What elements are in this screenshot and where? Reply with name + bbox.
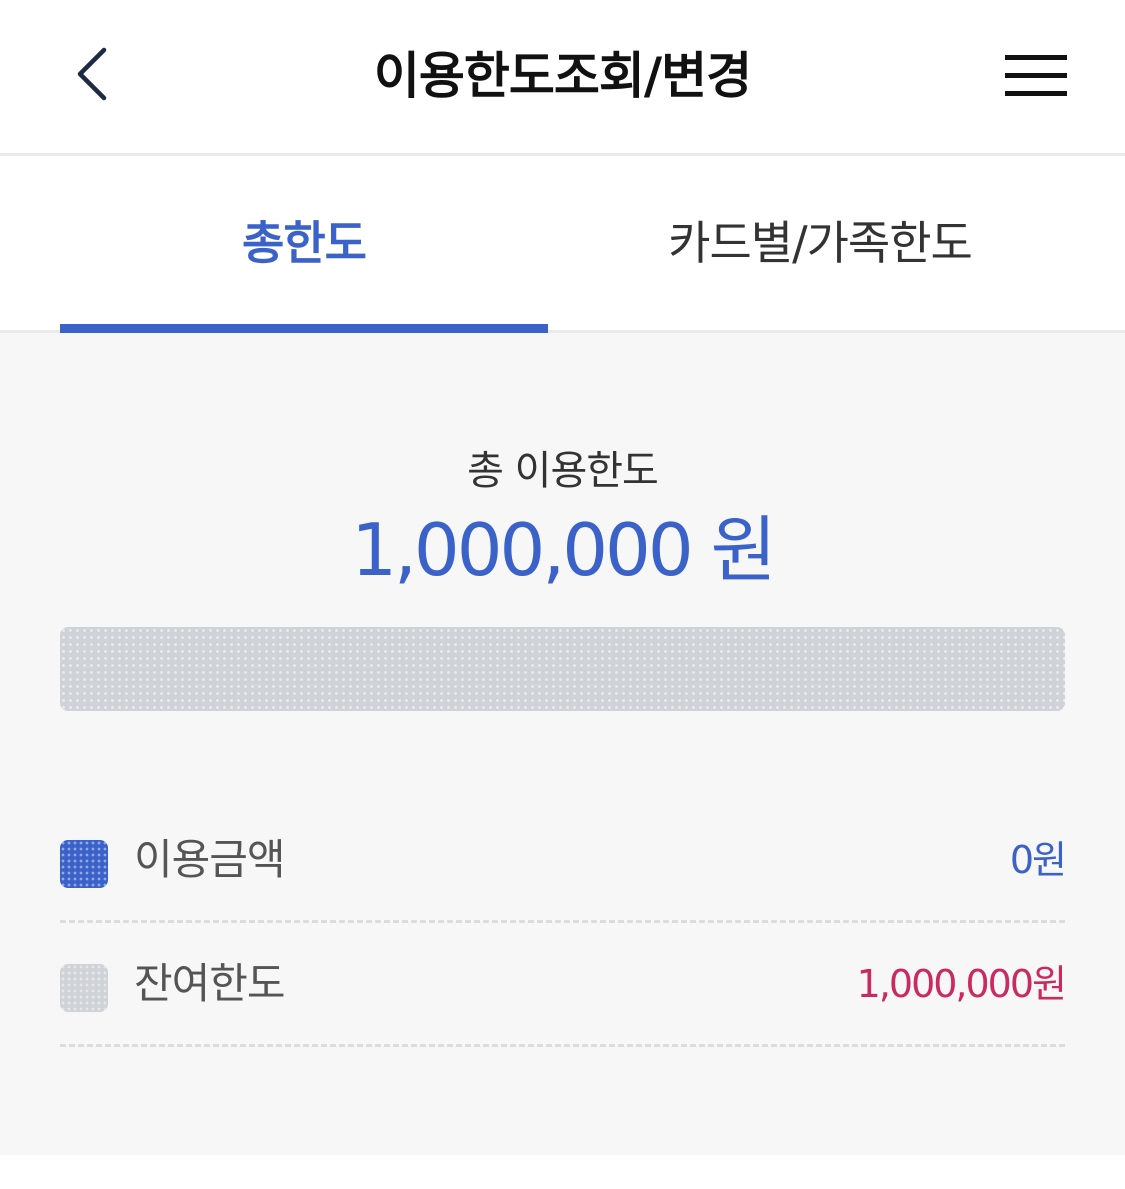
active-tab-indicator (60, 324, 548, 333)
total-limit-amount: 1,000,000 원 (351, 508, 777, 592)
limit-tabs: 총한도 카드별/가족한도 (0, 156, 1125, 333)
total-limit-label: 총 이용한도 (467, 448, 659, 494)
legend-row-used-amount: 이용금액 0원 (60, 800, 1067, 923)
remaining-limit-label: 잔여한도 (134, 959, 286, 1008)
used-amount-value: 0원 (1009, 838, 1067, 882)
hamburger-menu-icon (1005, 55, 1067, 96)
legend-row-remaining-limit: 잔여한도 1,000,000원 (60, 924, 1067, 1047)
back-button[interactable] (60, 42, 124, 106)
menu-button[interactable] (996, 44, 1076, 108)
bottom-spacer (0, 1155, 1125, 1189)
limit-summary-panel: 총 이용한도 1,000,000 원 이용금액 0원 잔여한도 1,000,00… (0, 333, 1125, 1155)
top-app-bar: 이용한도조회/변경 (0, 0, 1125, 156)
used-amount-swatch (60, 840, 108, 888)
chevron-left-icon (77, 47, 107, 101)
remaining-limit-value: 1,000,000원 (856, 962, 1067, 1006)
usage-progress-bar (60, 627, 1065, 711)
tab-card-family-limit[interactable]: 카드별/가족한도 (576, 156, 1064, 330)
app-screen: 이용한도조회/변경 총한도 카드별/가족한도 총 이용한도 1,000,000 … (0, 0, 1125, 1189)
used-amount-label: 이용금액 (134, 835, 286, 884)
page-title: 이용한도조회/변경 (373, 47, 752, 105)
tab-total-limit[interactable]: 총한도 (60, 156, 548, 330)
remaining-limit-swatch (60, 964, 108, 1012)
